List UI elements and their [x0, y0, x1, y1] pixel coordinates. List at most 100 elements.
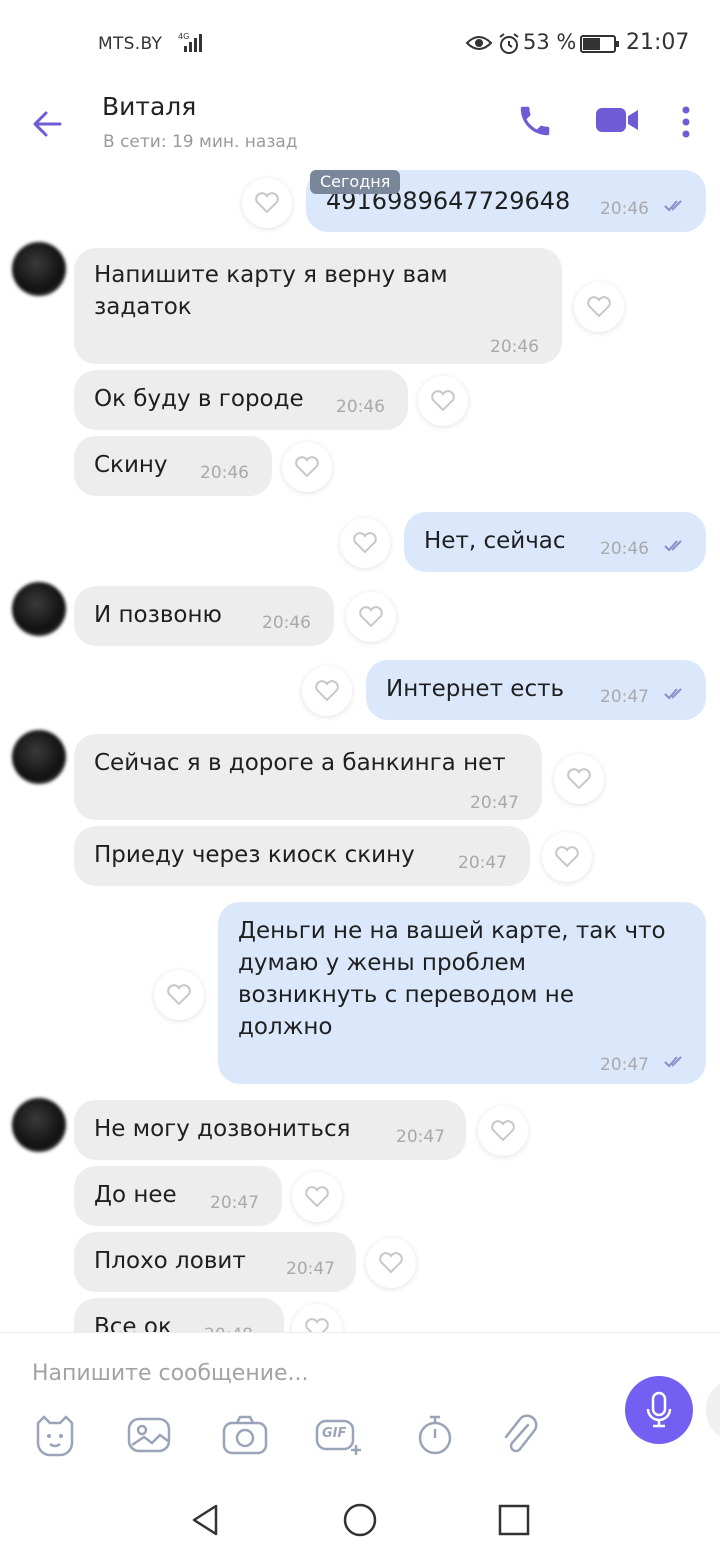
- like-button[interactable]: [574, 282, 624, 332]
- message-bubble-incoming[interactable]: Приеду через киоск скину 20:47: [74, 826, 530, 886]
- message-input[interactable]: Напишите сообщение...: [32, 1361, 309, 1386]
- message-time: 20:46: [490, 337, 539, 357]
- contact-avatar[interactable]: [12, 1098, 66, 1152]
- gif-label: GIF: [322, 1426, 347, 1441]
- message-time: 20:47: [470, 793, 519, 813]
- gif-button[interactable]: GIF: [314, 1413, 364, 1457]
- sticker-icon[interactable]: [30, 1413, 80, 1457]
- message-text: Приеду через киоск скину: [94, 842, 415, 868]
- microphone-icon: [646, 1391, 672, 1428]
- heart-icon: [305, 1318, 329, 1332]
- timer-icon[interactable]: [410, 1413, 460, 1457]
- like-button[interactable]: [366, 1238, 416, 1288]
- read-ticks-icon: [664, 688, 682, 700]
- contact-avatar[interactable]: [12, 242, 66, 296]
- message-bubble-incoming[interactable]: Не могу дозвониться 20:47: [74, 1100, 466, 1160]
- message-bubble-incoming[interactable]: Ок буду в городе 20:46: [74, 370, 408, 430]
- message-text: Плохо ловит: [94, 1248, 246, 1274]
- like-button[interactable]: [302, 666, 352, 716]
- message-bubble-outgoing[interactable]: Нет, сейчас 20:46: [404, 512, 706, 572]
- message-time: 20:47: [396, 1127, 445, 1147]
- message-bubble-incoming[interactable]: Сейчас я в дороге а банкинга нет 20:47: [74, 734, 542, 820]
- attachment-icon[interactable]: [496, 1413, 546, 1457]
- like-button[interactable]: [154, 970, 204, 1020]
- message-bubble-incoming[interactable]: Все ок 20:48: [74, 1298, 284, 1332]
- heart-icon: [353, 532, 377, 554]
- signal-icon: 4G: [178, 32, 202, 52]
- message-bubble-incoming[interactable]: Плохо ловит 20:47: [74, 1232, 356, 1292]
- like-button[interactable]: [554, 754, 604, 804]
- battery-icon: [580, 35, 619, 53]
- message-time: 20:46: [600, 539, 649, 559]
- message-text: Скину: [94, 452, 168, 478]
- message-bubble-incoming[interactable]: И позвоню 20:46: [74, 586, 334, 646]
- more-options-icon[interactable]: [674, 102, 698, 142]
- message-time: 20:46: [200, 463, 249, 483]
- message-text: Сейчас я в дороге а банкинга нет: [94, 750, 506, 776]
- phone-icon[interactable]: [516, 102, 554, 140]
- voice-message-button[interactable]: [625, 1376, 693, 1444]
- message-time: 20:47: [458, 853, 507, 873]
- message-line: Напишите карту я верну вам: [94, 262, 448, 288]
- message-text: Нет, сейчас: [424, 528, 566, 554]
- like-button[interactable]: [292, 1172, 342, 1222]
- message-bubble-incoming[interactable]: Скину 20:46: [74, 436, 272, 496]
- heart-icon: [255, 192, 279, 214]
- like-button[interactable]: [242, 178, 292, 228]
- heart-icon: [567, 768, 591, 790]
- contact-avatar[interactable]: [12, 730, 66, 784]
- message-bubble-incoming[interactable]: Напишите карту я верну вам задаток 20:46: [74, 248, 562, 364]
- like-button[interactable]: [340, 518, 390, 568]
- message-time: 20:47: [210, 1193, 259, 1213]
- message-line: Деньги не на вашей карте, так что: [238, 918, 666, 944]
- read-ticks-icon: [664, 540, 682, 552]
- message-line: должно: [238, 1014, 333, 1040]
- heart-icon: [167, 984, 191, 1006]
- contact-name[interactable]: Виталя: [102, 92, 196, 121]
- nav-recents-icon[interactable]: [494, 1500, 534, 1540]
- contact-avatar[interactable]: [12, 582, 66, 636]
- message-text: Интернет есть: [386, 676, 565, 702]
- eye-icon: [466, 36, 492, 50]
- message-text: До нее: [94, 1182, 177, 1208]
- message-time: 20:46: [262, 613, 311, 633]
- heart-icon: [305, 1186, 329, 1208]
- svg-text:4G: 4G: [178, 32, 189, 41]
- camera-icon[interactable]: [220, 1413, 270, 1457]
- message-line: возникнуть с переводом не: [238, 982, 574, 1008]
- heart-icon: [379, 1252, 403, 1274]
- status-clock: 21:07: [626, 30, 690, 55]
- heart-icon: [295, 456, 319, 478]
- heart-icon: [587, 296, 611, 318]
- message-bubble-incoming[interactable]: До нее 20:47: [74, 1166, 282, 1226]
- message-line: думаю у жены проблем: [238, 950, 527, 976]
- like-button[interactable]: [478, 1106, 528, 1156]
- battery-percent: 53 %: [523, 30, 577, 54]
- gallery-icon[interactable]: [124, 1413, 174, 1457]
- heart-icon: [555, 846, 579, 868]
- like-button[interactable]: [542, 832, 592, 882]
- like-button[interactable]: [282, 442, 332, 492]
- message-text: Ок буду в городе: [94, 386, 304, 412]
- send-option-peek: [706, 1379, 720, 1441]
- like-button[interactable]: [346, 592, 396, 642]
- message-time: 20:46: [336, 397, 385, 417]
- message-bubble-outgoing[interactable]: Деньги не на вашей карте, так что думаю …: [218, 902, 706, 1084]
- status-bar: MTS.BY 4G 53 % 21:07: [0, 0, 720, 84]
- message-time: 20:47: [600, 687, 649, 707]
- video-call-icon[interactable]: [594, 104, 640, 136]
- nav-back-icon[interactable]: [186, 1500, 226, 1540]
- like-button[interactable]: [292, 1304, 342, 1332]
- heart-icon: [359, 606, 383, 628]
- message-list[interactable]: 4916989647729648 20:46 Сегодня Напишите …: [0, 164, 720, 1332]
- nav-home-icon[interactable]: [340, 1500, 380, 1540]
- message-composer: Напишите сообщение... GIF: [0, 1332, 720, 1483]
- message-bubble-outgoing[interactable]: Интернет есть 20:47: [366, 660, 706, 720]
- chat-header: Виталя В сети: 19 мин. назад: [0, 84, 720, 164]
- message-time: 20:47: [600, 1055, 649, 1075]
- like-button[interactable]: [418, 376, 468, 426]
- read-ticks-icon: [664, 200, 682, 212]
- date-separator: Сегодня: [310, 170, 401, 194]
- system-nav-bar: [0, 1482, 720, 1561]
- back-arrow-icon[interactable]: [28, 104, 68, 144]
